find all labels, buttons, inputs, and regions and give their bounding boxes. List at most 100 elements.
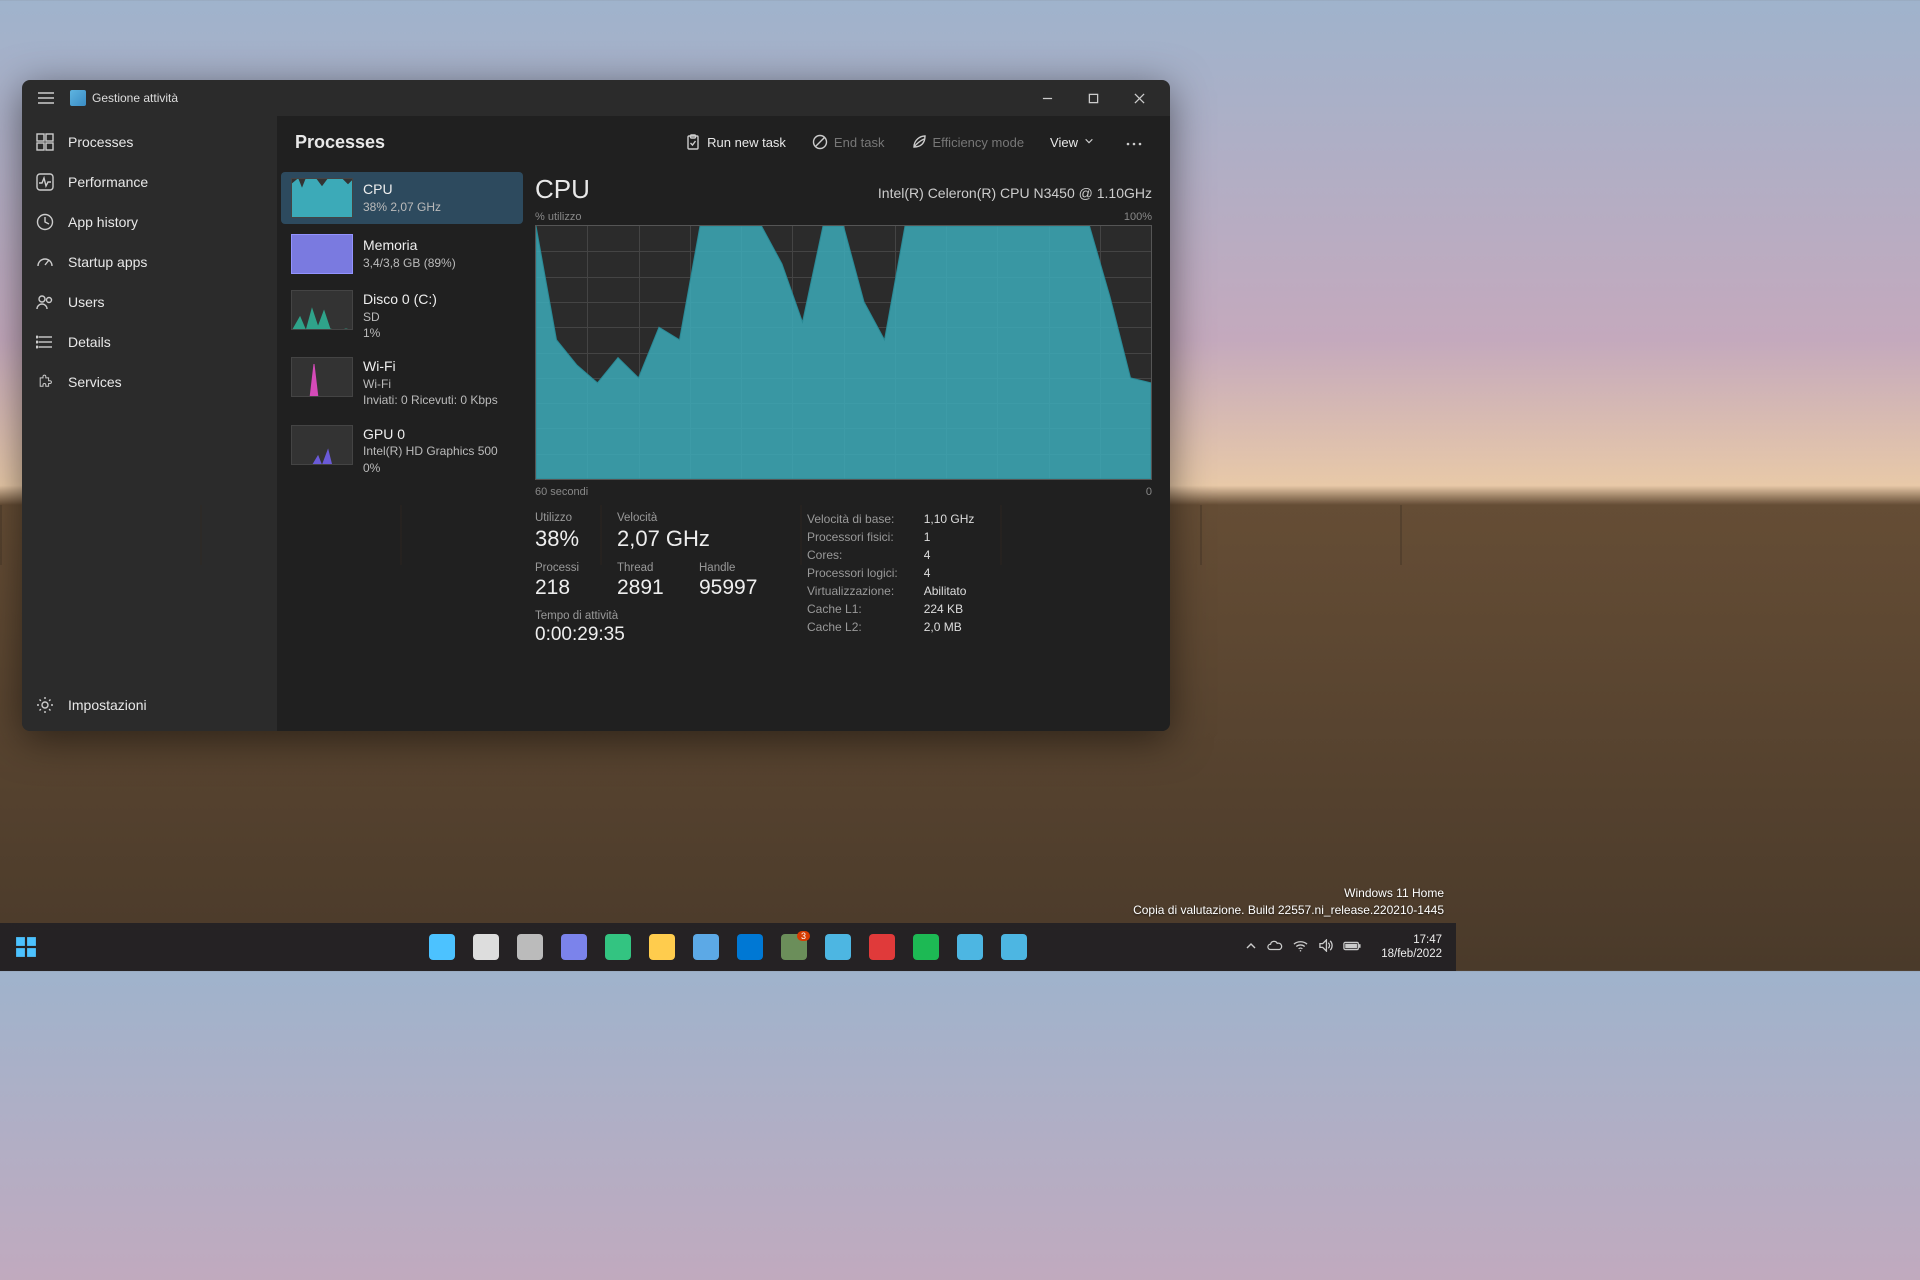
spec-value: 1: [924, 530, 975, 544]
taskbar-app-media[interactable]: [862, 927, 902, 967]
titlebar: Gestione attività: [22, 80, 1170, 116]
cpu-spec-table: Velocità di base:1,10 GHzProcessori fisi…: [807, 512, 974, 646]
gauge-icon: [36, 253, 54, 271]
mail-icon: [737, 934, 763, 960]
taskbar-app-news[interactable]: [950, 927, 990, 967]
pulse-icon: [36, 173, 54, 191]
mini-chart-icon: [291, 425, 353, 465]
sidebar-item-label: Startup apps: [68, 254, 147, 270]
sidebar-item-services[interactable]: Services: [22, 362, 277, 402]
sidebar-item-settings[interactable]: Impostazioni: [22, 685, 277, 725]
content-pane: Processes Run new task End task Efficien…: [277, 116, 1170, 731]
page-title: Processes: [295, 132, 385, 153]
end-task-button[interactable]: End task: [802, 128, 895, 156]
perf-mini-memoria[interactable]: Memoria3,4/3,8 GB (89%): [281, 228, 523, 280]
taskbar-app-edge[interactable]: [598, 927, 638, 967]
taskbar-app-start[interactable]: [422, 927, 462, 967]
clipboard-check-icon: [685, 134, 701, 150]
efficiency-mode-button[interactable]: Efficiency mode: [901, 128, 1035, 156]
minimize-button[interactable]: [1024, 80, 1070, 116]
run-new-task-button[interactable]: Run new task: [675, 128, 796, 156]
mini-title: Disco 0 (C:): [363, 290, 437, 309]
taskbar-app-spotify[interactable]: [906, 927, 946, 967]
sidebar-item-startup[interactable]: Startup apps: [22, 242, 277, 282]
spec-value: 224 KB: [924, 602, 975, 616]
taskbar-app-chat[interactable]: [554, 927, 594, 967]
axis-label: 0: [1146, 486, 1152, 498]
sidebar-item-details[interactable]: Details: [22, 322, 277, 362]
mini-chart-icon: [291, 357, 353, 397]
leaf-icon: [911, 134, 927, 150]
axis-label: 60 secondi: [535, 486, 588, 498]
mini-chart-icon: [291, 178, 353, 218]
app-icon: [70, 90, 86, 106]
grid-icon: [36, 133, 54, 151]
perf-mini-disco-0-c-[interactable]: Disco 0 (C:)SD1%: [281, 284, 523, 347]
search-icon: [473, 934, 499, 960]
news-icon: [957, 934, 983, 960]
history-icon: [36, 213, 54, 231]
sidebar-item-users[interactable]: Users: [22, 282, 277, 322]
widgets-button[interactable]: [6, 927, 46, 967]
files-icon: [649, 934, 675, 960]
perf-mini-cpu[interactable]: CPU38% 2,07 GHz: [281, 172, 523, 224]
stat-label: Processi: [535, 562, 595, 574]
mini-title: Wi-Fi: [363, 357, 498, 376]
taskbar-app-files[interactable]: [642, 927, 682, 967]
media-icon: [869, 934, 895, 960]
spec-value: 2,0 MB: [924, 620, 975, 634]
spec-key: Processori logici:: [807, 566, 898, 580]
stat-value: 38%: [535, 526, 595, 552]
mini-chart-icon: [291, 290, 353, 330]
close-button[interactable]: [1116, 80, 1162, 116]
sidebar-item-performance[interactable]: Performance: [22, 162, 277, 202]
task-manager-window: Gestione attività Processes Performance …: [22, 80, 1170, 731]
spec-key: Processori fisici:: [807, 530, 898, 544]
taskbar-app-todo[interactable]: 3: [774, 927, 814, 967]
battery-icon: [1343, 941, 1361, 954]
more-button[interactable]: [1116, 128, 1152, 156]
stat-label: Tempo di attività: [535, 610, 759, 622]
app-title: Gestione attività: [92, 91, 178, 105]
menu-button[interactable]: [30, 82, 62, 114]
stat-label: Handle: [699, 562, 759, 574]
start-icon: [429, 934, 455, 960]
taskbar-app-photos[interactable]: [818, 927, 858, 967]
taskbar-app-task-manager[interactable]: [994, 927, 1034, 967]
perf-mini-wi-fi[interactable]: Wi-FiWi-FiInviati: 0 Ricevuti: 0 Kbps: [281, 351, 523, 414]
prohibit-icon: [812, 134, 828, 150]
sidebar-item-app-history[interactable]: App history: [22, 202, 277, 242]
sidebar-item-label: Users: [68, 294, 105, 310]
spec-value: 4: [924, 566, 975, 580]
sidebar-item-label: App history: [68, 214, 138, 230]
mini-title: CPU: [363, 180, 441, 199]
spec-key: Cache L2:: [807, 620, 898, 634]
stat-value: 2,07 GHz: [617, 526, 710, 552]
puzzle-icon: [36, 373, 54, 391]
taskbar-app-store[interactable]: [686, 927, 726, 967]
view-dropdown[interactable]: View: [1040, 128, 1110, 156]
sidebar: Processes Performance App history Startu…: [22, 116, 277, 731]
stat-value: 95997: [699, 576, 759, 600]
sidebar-item-processes[interactable]: Processes: [22, 122, 277, 162]
sidebar-item-label: Impostazioni: [68, 697, 147, 713]
taskbar-clock[interactable]: 17:47 18/feb/2022: [1373, 933, 1450, 962]
taskbar: 3 17:47 18/feb/2022: [0, 923, 1456, 971]
edge-icon: [605, 934, 631, 960]
stat-value: 218: [535, 576, 595, 600]
taskbar-app-search[interactable]: [466, 927, 506, 967]
cpu-detail: CPU Intel(R) Celeron(R) CPU N3450 @ 1.10…: [527, 168, 1170, 731]
system-tray[interactable]: [1237, 939, 1369, 955]
spec-value: 4: [924, 548, 975, 562]
task-manager-icon: [1001, 934, 1027, 960]
sidebar-item-label: Services: [68, 374, 122, 390]
taskbar-app-task-view[interactable]: [510, 927, 550, 967]
taskbar-app-mail[interactable]: [730, 927, 770, 967]
perf-mini-gpu-0[interactable]: GPU 0Intel(R) HD Graphics 5000%: [281, 419, 523, 482]
spotify-icon: [913, 934, 939, 960]
gear-icon: [36, 696, 54, 714]
spec-key: Virtualizzazione:: [807, 584, 898, 598]
maximize-button[interactable]: [1070, 80, 1116, 116]
badge: 3: [797, 931, 810, 941]
mini-title: Memoria: [363, 236, 456, 255]
